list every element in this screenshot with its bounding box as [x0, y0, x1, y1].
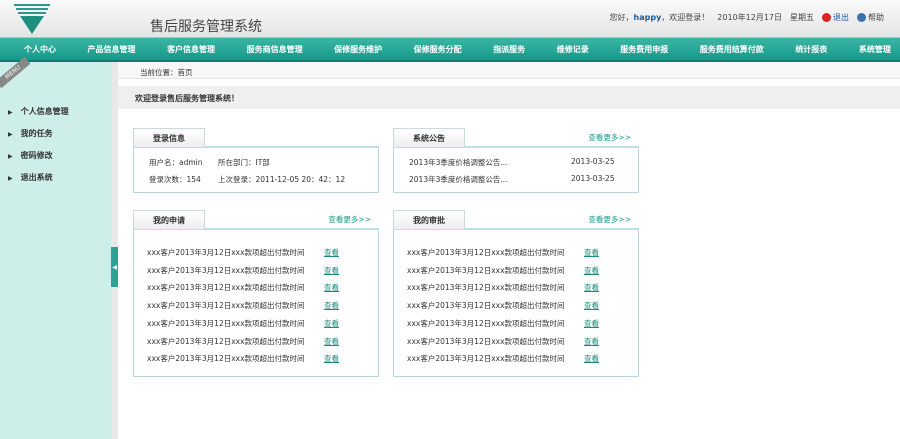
- greeting: 您好，happy，欢迎登录！: [609, 13, 710, 22]
- help-link[interactable]: 帮助: [857, 12, 884, 23]
- last-login: 上次登录：2011-12-05 20：42：12: [218, 175, 346, 184]
- login-count: 登录次数：154: [149, 175, 201, 184]
- weekday: 星期五: [790, 13, 814, 22]
- date: 2010年12月17日: [717, 13, 782, 22]
- list-item-text: xxx客户2013年3月12日xxx款项超出付款时间: [147, 354, 305, 364]
- sidebar-toggle[interactable]: ◀: [111, 247, 118, 287]
- login-info-panel: 登录信息 用户名：admin 所在部门：IT部 登录次数：154 上次登录：20…: [133, 128, 379, 193]
- nav-item[interactable]: 产品信息管理: [88, 44, 136, 55]
- nav-item[interactable]: 保修服务维护: [334, 44, 382, 55]
- view-link[interactable]: 查看: [584, 336, 599, 347]
- welcome-banner: 欢迎登录售后服务管理系统！: [118, 86, 900, 109]
- logout-icon: [822, 13, 831, 22]
- view-link[interactable]: 查看: [324, 336, 339, 347]
- sidebar-item-profile[interactable]: 个人信息管理: [8, 106, 69, 117]
- view-link[interactable]: 查看: [584, 282, 599, 293]
- view-link[interactable]: 查看: [584, 247, 599, 258]
- view-link[interactable]: 查看: [324, 265, 339, 276]
- help-icon: [857, 13, 866, 22]
- notice-item[interactable]: 2013年3季度价格调整公告...: [409, 174, 508, 185]
- view-link[interactable]: 查看: [584, 300, 599, 311]
- department: 所在部门：IT部: [218, 158, 270, 167]
- panel-title: 我的审批: [393, 210, 465, 229]
- nav-item[interactable]: 服务商信息管理: [247, 44, 303, 55]
- view-link[interactable]: 查看: [324, 247, 339, 258]
- list-item-text: xxx客户2013年3月12日xxx款项超出付款时间: [407, 301, 565, 311]
- logo-icon: [14, 4, 50, 34]
- nav-item[interactable]: 系统管理: [859, 44, 891, 55]
- sidebar-item-logout[interactable]: 退出系统: [8, 172, 53, 183]
- more-link[interactable]: 查看更多>>: [588, 214, 631, 225]
- nav-item[interactable]: 统计报表: [795, 44, 827, 55]
- notice-item[interactable]: 2013年3季度价格调整公告...: [409, 157, 508, 168]
- sidebar-item-tasks[interactable]: 我的任务: [8, 128, 53, 139]
- view-link[interactable]: 查看: [324, 300, 339, 311]
- header: 售后服务管理系统 您好，happy，欢迎登录！ 2010年12月17日 星期五 …: [0, 0, 900, 37]
- nav-item[interactable]: 客户信息管理: [167, 44, 215, 55]
- nav-item[interactable]: 保修服务分配: [414, 44, 462, 55]
- list-item-text: xxx客户2013年3月12日xxx款项超出付款时间: [147, 248, 305, 257]
- logout-link[interactable]: 退出: [822, 12, 849, 23]
- view-link[interactable]: 查看: [324, 282, 339, 293]
- view-link[interactable]: 查看: [324, 318, 339, 329]
- list-item-text: xxx客户2013年3月12日xxx款项超出付款时间: [147, 318, 305, 328]
- list-item-text: xxx客户2013年3月12日xxx款项超出付款时间: [407, 283, 565, 293]
- panel-title: 登录信息: [133, 128, 205, 147]
- more-link[interactable]: 查看更多>>: [328, 214, 371, 225]
- list-item-text: xxx客户2013年3月12日xxx款项超出付款时间: [407, 336, 565, 346]
- list-item-text: xxx客户2013年3月12日xxx款项超出付款时间: [147, 336, 305, 346]
- nav-item[interactable]: 个人中心: [24, 44, 56, 55]
- nav-item[interactable]: 维修记录: [557, 44, 589, 55]
- notice-panel: 系统公告 查看更多>> 2013年3季度价格调整公告... 2013-03-25…: [393, 128, 639, 193]
- list-item-text: xxx客户2013年3月12日xxx款项超出付款时间: [407, 354, 565, 364]
- list-item-text: xxx客户2013年3月12日xxx款项超出付款时间: [407, 265, 565, 275]
- list-item-text: xxx客户2013年3月12日xxx款项超出付款时间: [407, 318, 565, 328]
- username: 用户名：admin: [149, 158, 203, 167]
- sidebar-item-password[interactable]: 密码修改: [8, 150, 53, 161]
- more-link[interactable]: 查看更多>>: [588, 132, 631, 143]
- view-link[interactable]: 查看: [584, 353, 599, 364]
- view-link[interactable]: 查看: [584, 265, 599, 276]
- nav-item[interactable]: 服务费用结算付款: [700, 44, 764, 55]
- list-item-text: xxx客户2013年3月12日xxx款项超出付款时间: [147, 301, 305, 311]
- app-title: 售后服务管理系统: [150, 19, 262, 35]
- list-item-text: xxx客户2013年3月12日xxx款项超出付款时间: [147, 283, 305, 293]
- panel-title: 系统公告: [393, 128, 465, 147]
- notice-date: 2013-03-25: [571, 174, 615, 183]
- breadcrumb: 当前位置：首页: [118, 62, 900, 79]
- nav-item[interactable]: 指派服务: [493, 44, 525, 55]
- sidebar: MENU 个人信息管理 我的任务 密码修改 退出系统: [0, 56, 112, 439]
- notice-date: 2013-03-25: [571, 157, 615, 166]
- list-item-text: xxx客户2013年3月12日xxx款项超出付款时间: [147, 265, 305, 275]
- main-nav: 个人中心 产品信息管理 客户信息管理 服务商信息管理 保修服务维护 保修服务分配…: [0, 37, 900, 62]
- list-item-text: xxx客户2013年3月12日xxx款项超出付款时间: [407, 248, 565, 257]
- view-link[interactable]: 查看: [584, 318, 599, 329]
- menu-tag: MENU: [0, 56, 31, 89]
- view-link[interactable]: 查看: [324, 353, 339, 364]
- panel-title: 我的申请: [133, 210, 205, 229]
- nav-item[interactable]: 服务费用申报: [620, 44, 668, 55]
